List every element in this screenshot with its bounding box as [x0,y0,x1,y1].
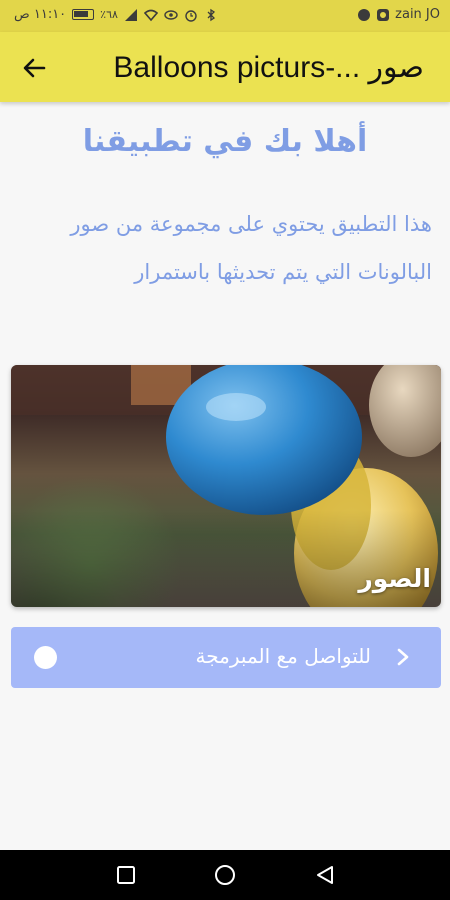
alarm-icon [185,9,197,22]
battery-icon [72,9,95,20]
app-description: هذا التطبيق يحتوي على مجموعة من صور البا… [70,212,432,284]
status-bar: ١١:١٠ ص ٪٦٨ zain JO [0,0,450,32]
welcome-heading: أهلا بك في تطبيقنا [82,124,368,159]
chat-bubble-icon [358,8,371,21]
photos-card[interactable]: الصور [11,365,441,607]
battery-percent: ٪٦٨ [100,8,118,21]
chevron-right-icon [397,648,409,666]
navigation-bar [0,850,450,900]
app-notification-icon [377,8,390,21]
wifi-icon [143,9,158,21]
bluetooth-icon [207,8,215,21]
signal-icon [124,8,137,21]
contact-developer-button[interactable]: للتواصل مع المبرمجة [11,627,441,688]
recents-square-icon[interactable] [114,863,138,887]
page-title: Balloons picturs-... صور [113,51,424,84]
eye-icon [164,9,178,20]
home-circle-icon[interactable] [213,863,237,887]
arrow-left-icon[interactable] [18,52,50,84]
radio-dot [34,646,57,669]
contact-button-label: للتواصل مع المبرمجة [195,644,371,668]
status-bar-right: zain JO [357,7,440,22]
carrier-name: zain JO [395,7,440,22]
app-bar: Balloons picturs-... صور [0,32,450,102]
clock: ١١:١٠ ص [14,7,67,22]
card-caption: الصور [358,564,431,593]
status-bar-left: ١١:١٠ ص ٪٦٨ [14,7,218,22]
back-triangle-icon[interactable] [313,863,337,887]
